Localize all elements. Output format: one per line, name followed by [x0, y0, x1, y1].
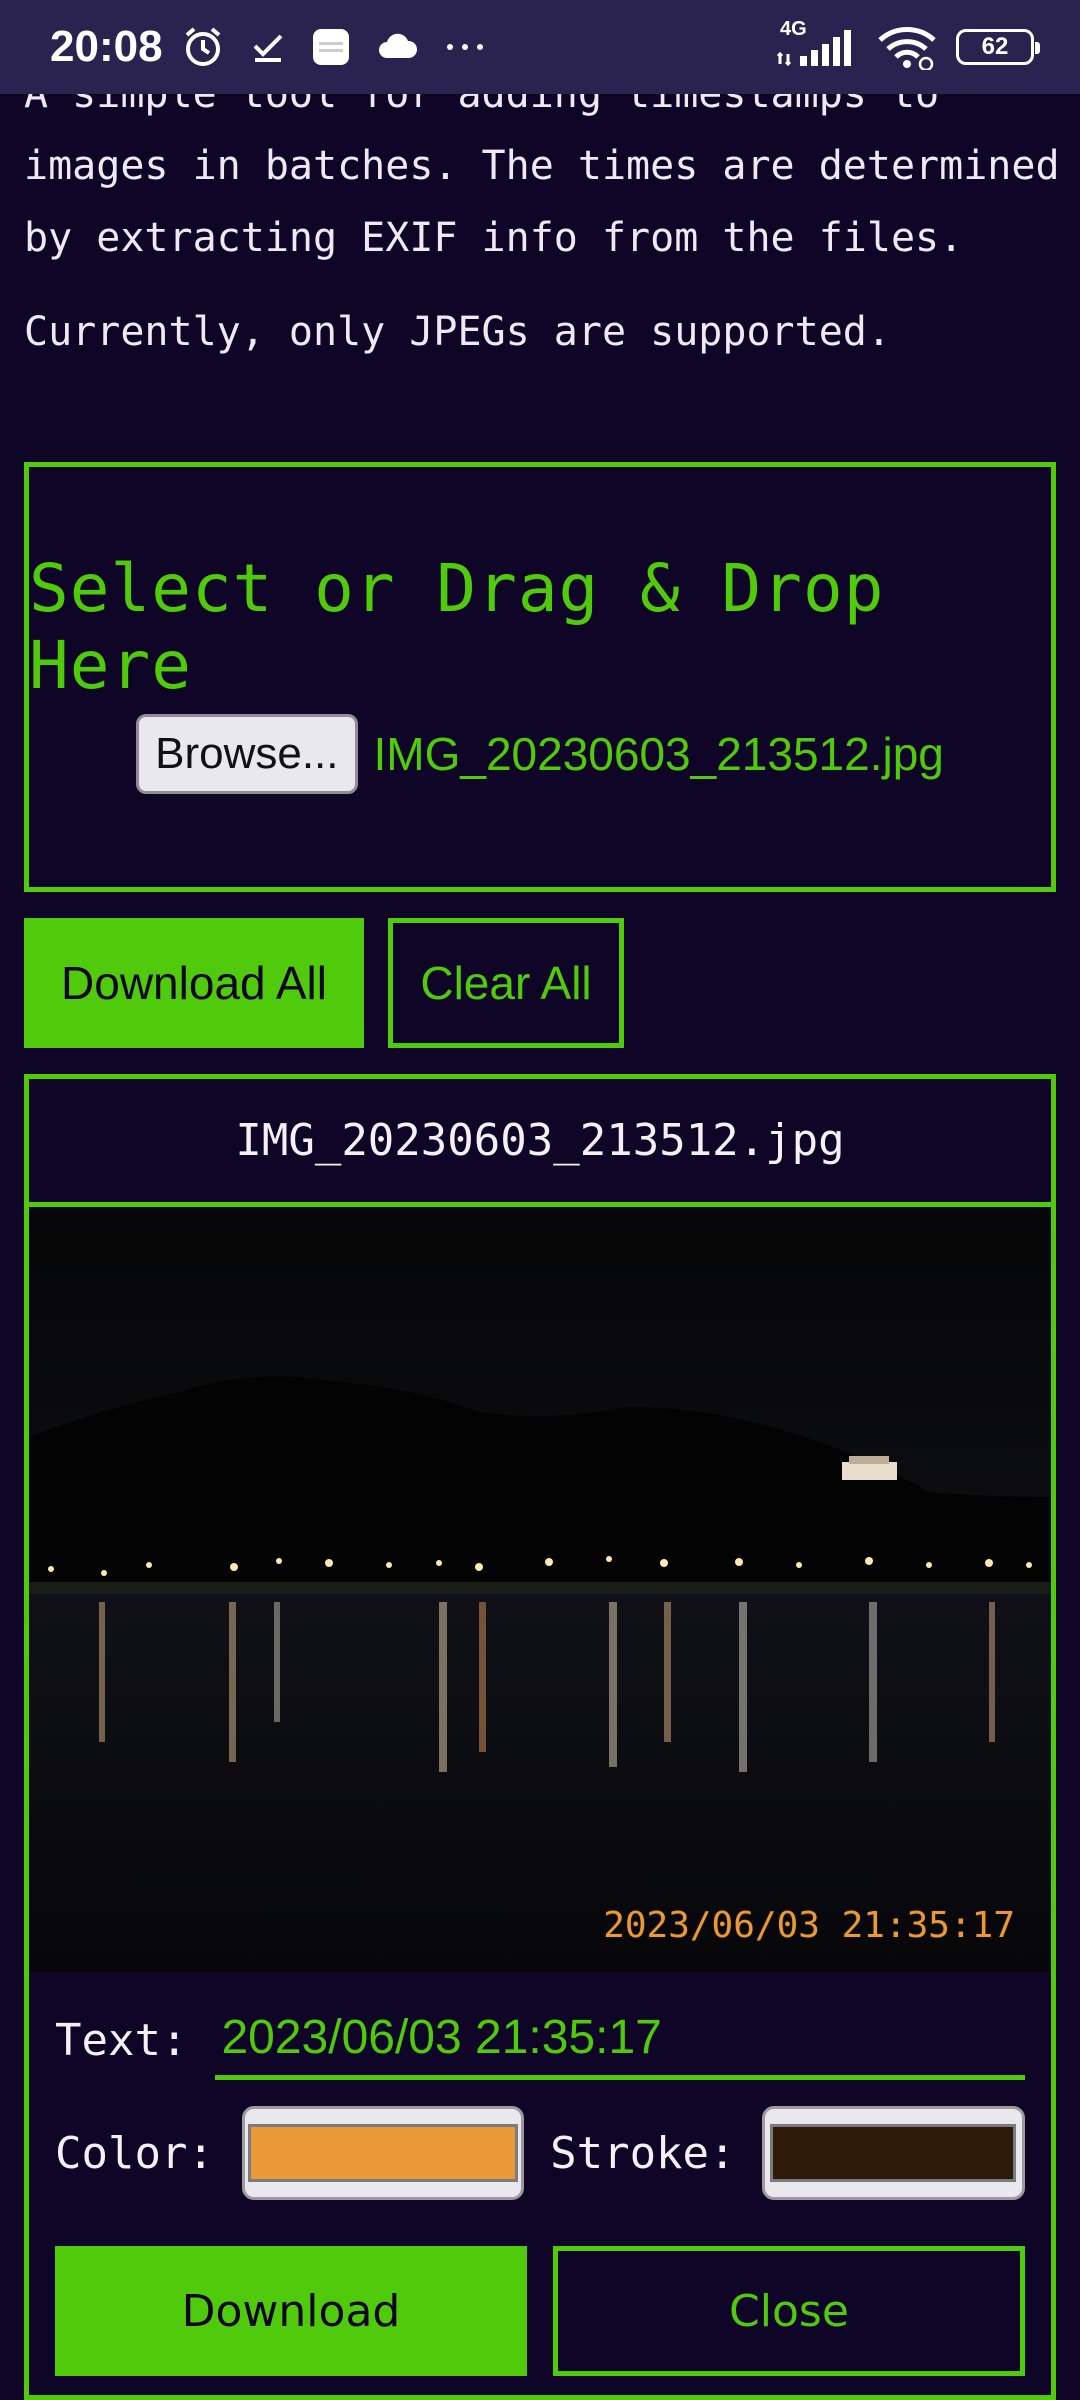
more-dots-icon — [445, 42, 485, 52]
image-filename: IMG_20230603_213512.jpg — [29, 1079, 1051, 1207]
download-all-button[interactable]: Download All — [24, 918, 364, 1048]
text-color-picker[interactable] — [241, 2106, 525, 2200]
close-button[interactable]: Close — [552, 2246, 1025, 2376]
check-icon — [251, 30, 285, 64]
image-preview: 2023/06/03 21:35:17 — [29, 1207, 1051, 1972]
clear-all-button[interactable]: Clear All — [388, 918, 624, 1048]
intro-text: A simple tool for adding timestamps to i… — [24, 58, 1064, 368]
signal-icon: 4G — [774, 18, 858, 70]
stamp-settings-form: Text: 2023/06/03 21:35:17 Color: Stroke:… — [29, 2000, 1051, 2376]
browse-button[interactable]: Browse... — [136, 714, 358, 794]
stamp-text-input[interactable]: 2023/06/03 21:35:17 — [215, 2000, 1025, 2080]
stroke-color-picker[interactable] — [761, 2106, 1025, 2200]
color-label: Color: — [55, 2127, 214, 2179]
image-card: IMG_20230603_213512.jpg 2023/06/03 21:35… — [24, 1074, 1056, 2400]
selected-file-name: IMG_20230603_213512.jpg — [373, 728, 944, 780]
alarm-icon — [181, 25, 225, 69]
cloud-icon — [377, 32, 419, 62]
network-type: 4G — [780, 18, 807, 40]
download-button[interactable]: Download — [55, 2246, 527, 2376]
battery-icon: 62 — [956, 29, 1040, 65]
timestamp-overlay: 2023/06/03 21:35:17 — [603, 1905, 1015, 1946]
file-input[interactable]: Browse... IMG_20230603_213512.jpg — [136, 714, 944, 794]
night-lake-photo — [29, 1207, 1051, 1972]
battery-level: 62 — [981, 33, 1009, 60]
text-color-swatch — [248, 2124, 519, 2182]
file-drop-zone[interactable]: Select or Drag & Drop Here Browse... IMG… — [24, 462, 1056, 892]
intro-support-note: Currently, only JPEGs are supported. — [24, 309, 891, 355]
status-bar: 20:08 4G 62 — [0, 0, 1080, 94]
stroke-label: Stroke: — [550, 2127, 736, 2179]
text-label: Text: — [55, 2014, 188, 2066]
clock: 20:08 — [50, 22, 163, 71]
wifi-icon — [876, 24, 938, 70]
drop-zone-title: Select or Drag & Drop Here — [29, 550, 885, 704]
stroke-color-swatch — [770, 2124, 1017, 2182]
app-icon — [311, 27, 351, 67]
